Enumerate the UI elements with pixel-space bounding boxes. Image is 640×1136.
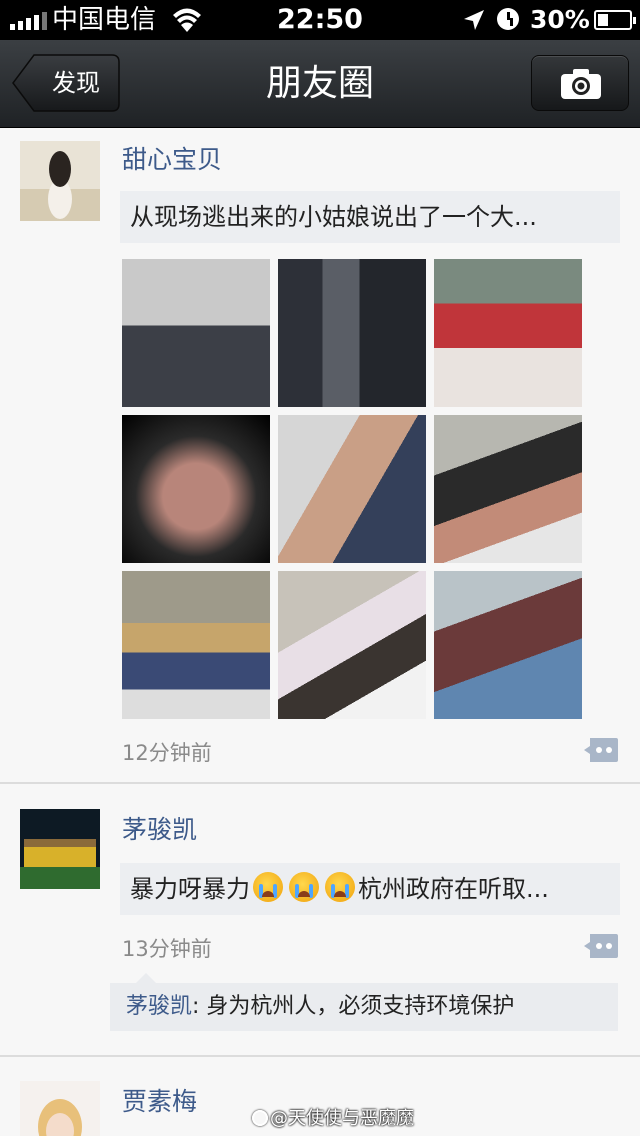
post-author[interactable]: 甜心宝贝 [122, 143, 222, 177]
photo-4[interactable] [122, 415, 270, 563]
navigation-bar: 发现 朋友圈 [0, 40, 640, 128]
post-time: 13分钟前 [122, 937, 212, 961]
alarm-clock-icon [497, 8, 519, 30]
post-text[interactable]: 从现场逃出来的小姑娘说出了一个大... [120, 191, 620, 243]
comment-item[interactable]: 茅骏凯: 身为杭州人，必须支持环境保护 [110, 973, 618, 1031]
avatar[interactable] [20, 1081, 100, 1136]
comment-icon[interactable] [582, 736, 620, 764]
post-time: 12分钟前 [122, 741, 212, 765]
camera-icon [561, 69, 601, 99]
avatar-image [20, 809, 100, 889]
photo-5[interactable] [278, 415, 426, 563]
battery-icon [594, 10, 636, 30]
weibo-watermark-icon [252, 1110, 268, 1126]
avatar[interactable] [20, 809, 100, 889]
comment-author[interactable]: 茅骏凯 [126, 994, 192, 1019]
camera-button[interactable] [531, 55, 629, 111]
photo-8[interactable] [278, 571, 426, 719]
post-text-part-2: 杭州政府在听取... [358, 875, 549, 903]
post-text-part-1: 暴力呀暴力 [130, 875, 250, 903]
divider [0, 782, 640, 784]
post-author[interactable]: 贾素梅 [122, 1085, 197, 1119]
comment-icon[interactable] [582, 932, 620, 960]
comment-separator: : [192, 994, 207, 1019]
avatar[interactable] [20, 141, 100, 221]
post-1: 甜心宝贝 从现场逃出来的小姑娘说出了一个大... 12分钟前 [0, 129, 640, 785]
crying-face-icon [325, 872, 355, 902]
watermark: @天使使与恶魔魔 [252, 1106, 414, 1132]
photo-3[interactable] [434, 259, 582, 407]
status-bar: 中国电信 22:50 30% [0, 0, 640, 40]
photo-grid [122, 259, 582, 719]
photo-9[interactable] [434, 571, 582, 719]
battery-percentage: 30% [530, 5, 590, 34]
photo-6[interactable] [434, 415, 582, 563]
location-arrow-icon [464, 10, 484, 30]
watermark-text: @天使使与恶魔魔 [270, 1108, 414, 1129]
post-2: 茅骏凯 暴力呀暴力 杭州政府在听取... 13分钟前 茅骏凯: 身为杭州人，必须支… [0, 785, 640, 1057]
moments-feed[interactable]: 甜心宝贝 从现场逃出来的小姑娘说出了一个大... 12分钟前 茅骏凯 暴力呀暴力… [0, 129, 640, 1136]
post-text[interactable]: 暴力呀暴力 杭州政府在听取... [120, 863, 620, 915]
crying-face-icon [289, 872, 319, 902]
photo-1[interactable] [122, 259, 270, 407]
post-author[interactable]: 茅骏凯 [122, 813, 197, 847]
crying-face-icon [253, 872, 283, 902]
comment-text: 身为杭州人，必须支持环境保护 [206, 994, 515, 1019]
avatar-image [20, 1081, 100, 1136]
photo-2[interactable] [278, 259, 426, 407]
avatar-image [20, 141, 100, 221]
photo-7[interactable] [122, 571, 270, 719]
